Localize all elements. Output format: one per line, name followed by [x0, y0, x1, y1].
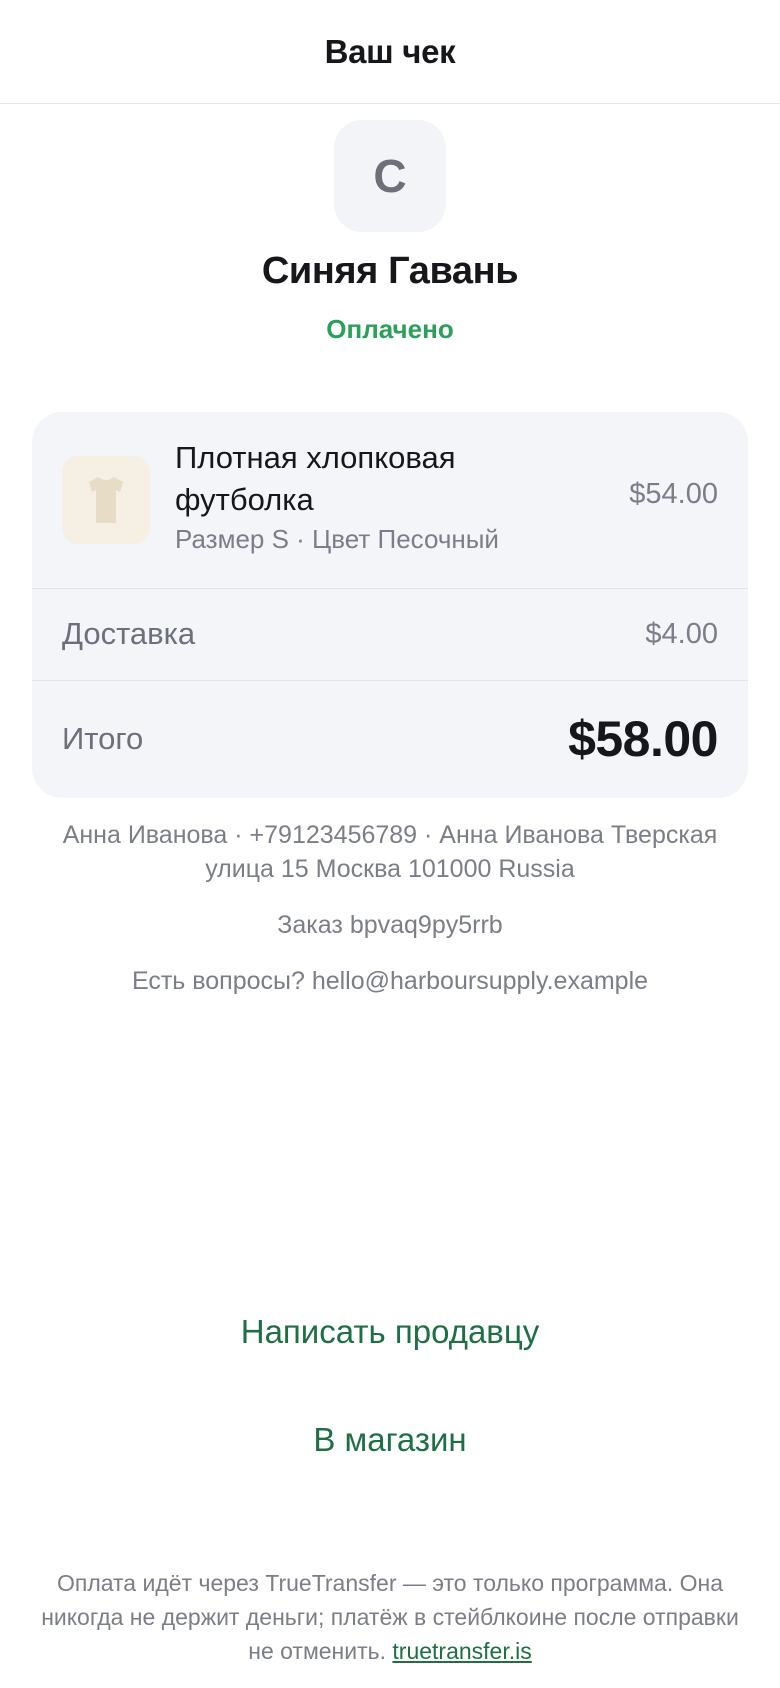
order-summary-card: Плотная хлопковая футболка Размер S · Цв… — [32, 412, 748, 798]
item-options: Размер S · Цвет Песочный — [175, 524, 499, 554]
to-shop-button[interactable]: В магазин — [190, 1405, 590, 1475]
order-id: Заказ bpvaq9py5rrb — [277, 911, 503, 939]
order-item: Плотная хлопковая футболка Размер S · Цв… — [32, 412, 748, 588]
contact-info: Есть вопросы? hello@harboursupply.exampl… — [131, 967, 649, 995]
top-bar: Ваш чек — [0, 0, 780, 104]
shipping-address: Анна Иванова · +79123456789 · Анна Ивано… — [62, 821, 718, 883]
receipt-page: Ваш чек С Синяя Гавань Оплачено Плотная … — [0, 0, 780, 1688]
merchant-name: Синяя Гавань — [261, 250, 519, 292]
disclaimer-text: Оплата идёт через TrueTransfer — это тол… — [41, 1570, 739, 1664]
item-price: $54.00 — [629, 478, 718, 510]
payment-status: Оплачено — [326, 314, 454, 344]
merchant-initial: С — [373, 150, 407, 202]
total-value: $58.00 — [568, 711, 718, 767]
total-label: Итого — [62, 721, 144, 756]
tshirt-icon — [62, 456, 150, 544]
truetransfer-link[interactable]: truetransfer.is — [392, 1638, 531, 1664]
page-title: Ваш чек — [324, 32, 456, 70]
shipping-label: Доставка — [62, 616, 196, 651]
merchant-avatar: С — [334, 120, 446, 232]
message-seller-button[interactable]: Написать продавцу — [190, 1297, 590, 1367]
item-name: Плотная хлопковая футболка — [175, 440, 456, 517]
footer-disclaimer: Оплата идёт через TrueTransfer — это тол… — [40, 1566, 740, 1668]
shipping-value: $4.00 — [645, 618, 718, 650]
